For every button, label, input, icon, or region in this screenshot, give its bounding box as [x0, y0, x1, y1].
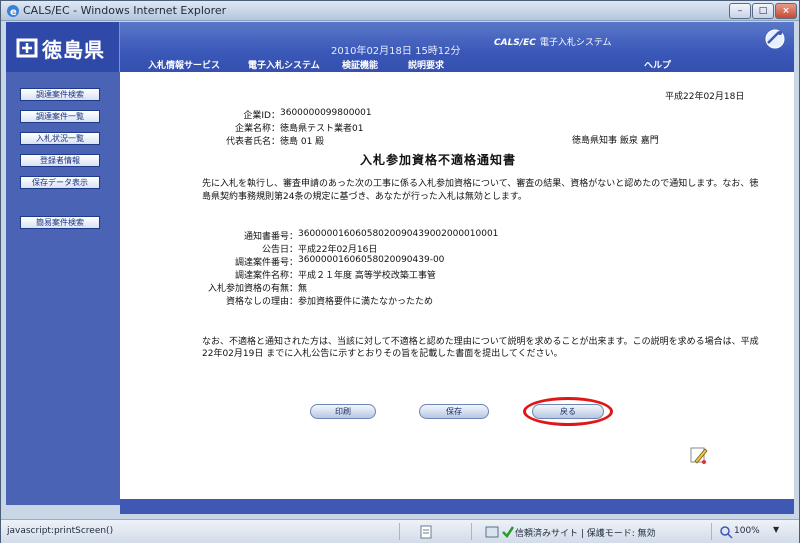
procurement-name-value: 平成２１年度 高等学校改築工事管 [298, 271, 436, 281]
announcement-date-value: 平成22年02月16日 [298, 245, 378, 255]
notice-paragraph: 先に入札を執行し、審査申請のあった次の工事に係る入札参加資格について、審査の結果… [202, 179, 759, 202]
sidebar-item-simple-search[interactable]: 簡易案件検索 [20, 216, 100, 229]
security-zone: 信頼済みサイト | 保護モード: 無効 [515, 529, 656, 539]
zone-icon [485, 526, 499, 538]
notice-date: 平成22年02月18日 [665, 92, 745, 102]
notice-content: 平成22年02月18日 企業ID： 3600000099800001 企業名称：… [120, 72, 794, 499]
page-header: 徳島県 2010年02月18日 15時12分 CALS/EC 電子入札システム 入… [6, 22, 794, 72]
window-title: CALS/EC - Windows Internet Explorer [23, 4, 227, 17]
menu-verification[interactable]: 検証機能 [342, 58, 378, 71]
checkmark-icon [502, 526, 515, 538]
menu-explanation-request[interactable]: 説明要求 [408, 58, 444, 71]
reason-value: 参加資格要件に満たなかったため [298, 297, 434, 307]
minimize-button[interactable]: – [729, 3, 751, 19]
menu-bar: 入札情報サービス 電子入札システム 検証機能 説明要求 ヘルプ [120, 56, 794, 72]
status-bar: javascript:printScreen() 信頼済みサイト | 保護モード… [1, 519, 799, 543]
procurement-number-value: 36000001606058020090439-00 [298, 255, 445, 265]
governor-name: 徳島県知事 飯泉 嘉門 [572, 136, 659, 146]
sidebar-item-procurement-search[interactable]: 調達案件検索 [20, 88, 100, 101]
system-name: CALS/EC 電子入札システム [494, 35, 612, 48]
title-bar: e CALS/EC - Windows Internet Explorer – … [1, 1, 799, 21]
svg-text:e: e [10, 7, 17, 18]
sidebar-item-bid-status[interactable]: 入札状況一覧 [20, 132, 100, 145]
eligibility-value: 無 [298, 284, 308, 294]
sidebar: 調達案件検索 調達案件一覧 入札状況一覧 登録者情報 保存データ表示 簡易案件検… [6, 72, 120, 505]
field-label: 入札参加資格の有無： [207, 284, 298, 294]
company-name-label: 企業名称： [234, 124, 280, 134]
globe-icon[interactable] [764, 28, 786, 50]
menu-e-bidding[interactable]: 電子入札システム [248, 58, 320, 71]
browser-window: e CALS/EC - Windows Internet Explorer – … [0, 0, 800, 543]
prefecture-logo: 徳島県 [6, 22, 120, 72]
highlight-circle [523, 397, 613, 426]
field-label: 資格なしの理由： [225, 297, 298, 307]
notice-number-value: 36000001606058020090439002000010001 [298, 229, 499, 239]
representative-value: 徳島 01 殿 [280, 137, 325, 147]
print-button[interactable]: 印刷 [310, 404, 376, 419]
explanation-paragraph: なお、不適格と通知された方は、当該に対して不適格と認めた理由について説明を求める… [202, 337, 759, 359]
company-id-label: 企業ID： [243, 111, 280, 121]
page-title: 入札参加資格不適格通知書 [360, 153, 517, 167]
status-divider [399, 523, 400, 540]
edit-pen-icon [690, 447, 708, 464]
field-label: 通知書番号： [243, 232, 298, 242]
menu-help[interactable]: ヘルプ [644, 58, 671, 71]
chevron-down-icon[interactable]: ▼ [773, 525, 779, 534]
sidebar-item-procurement-list[interactable]: 調達案件一覧 [20, 110, 100, 123]
prefecture-emblem-icon [16, 38, 38, 58]
representative-label: 代表者氏名： [225, 137, 280, 147]
field-label: 公告日： [261, 245, 298, 255]
status-text: javascript:printScreen() [7, 526, 114, 536]
field-label: 調達案件名称： [234, 271, 298, 281]
prefecture-name: 徳島県 [42, 38, 105, 62]
close-button[interactable]: × [775, 3, 797, 19]
sidebar-item-saved-data[interactable]: 保存データ表示 [20, 176, 100, 189]
page-icon [420, 525, 432, 539]
status-divider [711, 523, 712, 540]
footer-band [120, 499, 794, 514]
maximize-button[interactable]: □ [752, 3, 774, 19]
company-name-value: 徳島県テスト業者01 [280, 124, 364, 134]
status-divider [471, 523, 472, 540]
ie-icon: e [7, 5, 19, 18]
sidebar-item-registrant-info[interactable]: 登録者情報 [20, 154, 100, 167]
menu-bid-info[interactable]: 入札情報サービス [148, 58, 220, 71]
zoom-icon[interactable] [719, 525, 733, 539]
field-label: 調達案件番号： [234, 258, 298, 268]
current-datetime: 2010年02月18日 15時12分 [331, 46, 461, 57]
save-button[interactable]: 保存 [419, 404, 489, 419]
system-brand: CALS/EC [494, 38, 536, 48]
company-id-value: 3600000099800001 [280, 108, 372, 118]
system-title: 電子入札システム [539, 38, 612, 48]
zoom-level[interactable]: 100% [734, 526, 760, 536]
